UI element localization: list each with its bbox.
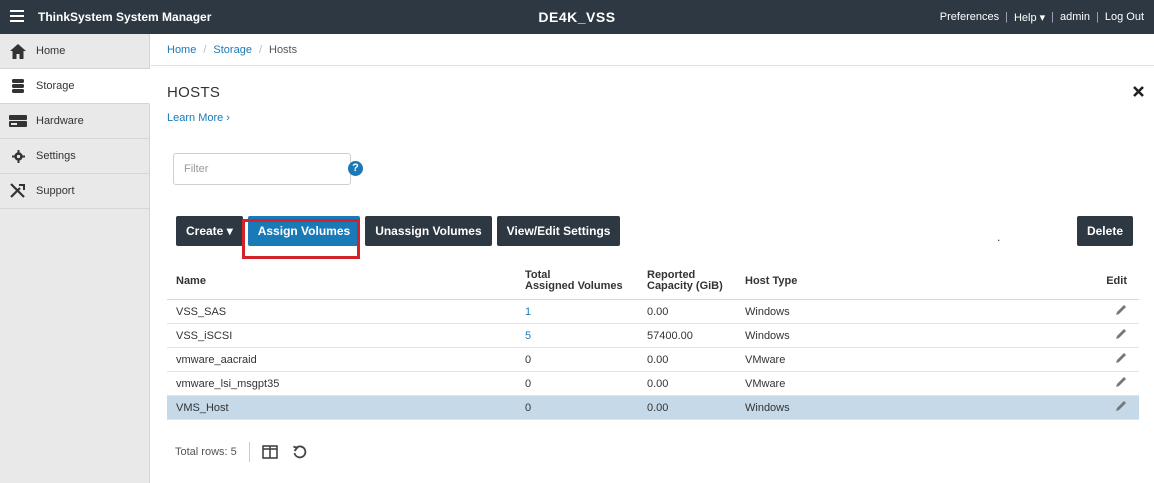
hosts-table: Name Total Assigned Volumes Reported Cap… — [167, 263, 1139, 420]
breadcrumb-hosts: Hosts — [269, 43, 298, 56]
table-header: Name Total Assigned Volumes Reported Cap… — [167, 263, 1139, 300]
cell-total-assigned-volumes: 0 — [525, 401, 532, 414]
view-edit-settings-button[interactable]: View/Edit Settings — [496, 216, 621, 246]
header-line: Assigned Volumes — [525, 280, 623, 292]
sidebar-item-storage[interactable]: Storage — [0, 69, 150, 104]
cell-host-type: Windows — [745, 305, 790, 318]
sidebar-item-home[interactable]: Home — [0, 34, 149, 69]
breadcrumb-separator: / — [258, 43, 262, 56]
table-row-selected[interactable]: VMS_Host 0 0.00 Windows — [167, 396, 1139, 420]
user-links: Preferences | Help ▾ | admin | Log Out — [940, 0, 1144, 34]
sidebar-item-label: Hardware — [36, 115, 84, 127]
sidebar-item-settings[interactable]: Settings — [0, 139, 149, 174]
table-row[interactable]: VSS_iSCSI 5 57400.00 Windows — [167, 324, 1139, 348]
cell-name: VSS_iSCSI — [176, 329, 233, 342]
preferences-link[interactable]: Preferences — [940, 11, 999, 23]
tools-icon — [0, 183, 36, 199]
top-bar: ThinkSystem System Manager DE4K_VSS Pref… — [0, 0, 1154, 34]
learn-more-link[interactable]: Learn More › — [167, 112, 230, 124]
sidebar-item-label: Settings — [36, 150, 76, 162]
logout-link[interactable]: Log Out — [1105, 11, 1144, 23]
divider — [248, 442, 250, 462]
delete-button[interactable]: Delete — [1076, 216, 1133, 246]
pencil-icon[interactable] — [1115, 400, 1127, 415]
sidebar: Home Storage Hardware Settings Support — [0, 34, 150, 483]
table-row[interactable]: vmware_aacraid 0 0.00 VMware — [167, 348, 1139, 372]
sidebar-item-label: Home — [36, 45, 66, 57]
cell-host-type: Windows — [745, 329, 790, 342]
cell-capacity: 0.00 — [647, 401, 669, 414]
table-footer: Total rows: 5 — [175, 440, 321, 464]
database-icon — [0, 79, 36, 93]
cell-total-assigned-volumes: 0 — [525, 377, 532, 390]
cell-host-type: VMware — [745, 353, 786, 366]
header-line: Capacity (GiB) — [647, 280, 723, 292]
column-header-host-type[interactable]: Host Type — [731, 275, 1071, 287]
separator: | — [1005, 11, 1008, 23]
home-icon — [0, 43, 36, 59]
main-content: Home / Storage / Hosts HOSTS Learn More … — [151, 34, 1154, 483]
cell-name: VSS_SAS — [176, 305, 227, 318]
sidebar-item-label: Storage — [36, 80, 75, 92]
page-title: HOSTS — [167, 84, 221, 101]
cell-capacity: 0.00 — [647, 377, 669, 390]
hamburger-menu-icon[interactable] — [0, 9, 34, 26]
separator: | — [1051, 11, 1055, 23]
cell-host-type: Windows — [745, 401, 790, 414]
table-row[interactable]: vmware_lsi_msgpt35 0 0.00 VMware — [167, 372, 1139, 396]
pencil-icon[interactable] — [1115, 352, 1127, 367]
refresh-icon[interactable] — [292, 445, 307, 460]
cell-name: VMS_Host — [176, 401, 229, 414]
assign-volumes-button[interactable]: Assign Volumes — [247, 216, 361, 246]
toolbar: Create ▾ Assign Volumes Unassign Volumes… — [176, 216, 625, 246]
breadcrumb-home[interactable]: Home — [167, 44, 196, 56]
sidebar-item-support[interactable]: Support — [0, 174, 149, 209]
column-header-name[interactable]: Name — [167, 275, 510, 287]
breadcrumb: Home / Storage / Hosts — [151, 34, 1154, 66]
table-row[interactable]: VSS_SAS 1 0.00 Windows — [167, 300, 1139, 324]
sidebar-item-label: Support — [36, 185, 75, 197]
close-icon[interactable] — [1133, 84, 1144, 102]
stray-dot: . — [997, 230, 1001, 244]
filter-input[interactable] — [173, 153, 351, 185]
create-button[interactable]: Create ▾ — [176, 216, 243, 246]
cell-total-assigned-volumes[interactable]: 1 — [510, 306, 632, 318]
cell-host-type: VMware — [745, 377, 786, 390]
hardware-icon — [0, 115, 36, 127]
app-title: ThinkSystem System Manager — [38, 10, 212, 24]
cell-name: vmware_lsi_msgpt35 — [176, 377, 280, 390]
cell-capacity: 0.00 — [647, 353, 669, 366]
help-menu[interactable]: Help ▾ — [1014, 11, 1045, 24]
cell-capacity: 57400.00 — [647, 329, 693, 342]
sidebar-item-hardware[interactable]: Hardware — [0, 104, 149, 139]
breadcrumb-separator: / — [203, 43, 207, 56]
column-header-reported-capacity[interactable]: Reported Capacity (GiB) — [632, 270, 731, 292]
pencil-icon[interactable] — [1115, 304, 1127, 319]
unassign-volumes-button[interactable]: Unassign Volumes — [365, 216, 492, 246]
breadcrumb-storage[interactable]: Storage — [213, 44, 252, 56]
column-header-total-assigned-volumes[interactable]: Total Assigned Volumes — [510, 270, 632, 292]
cell-total-assigned-volumes[interactable]: 5 — [510, 330, 632, 342]
gear-icon — [0, 149, 36, 163]
separator: | — [1096, 11, 1099, 23]
cell-total-assigned-volumes: 0 — [525, 353, 532, 366]
columns-icon[interactable] — [261, 445, 278, 459]
help-icon[interactable]: ? — [348, 161, 363, 176]
pencil-icon[interactable] — [1115, 328, 1127, 343]
pencil-icon[interactable] — [1115, 376, 1127, 391]
column-header-edit: Edit — [1106, 275, 1127, 287]
total-rows-label: Total rows: 5 — [175, 446, 237, 458]
user-menu[interactable]: admin — [1060, 11, 1090, 23]
cell-capacity: 0.00 — [647, 305, 669, 318]
cell-name: vmware_aacraid — [176, 353, 257, 366]
